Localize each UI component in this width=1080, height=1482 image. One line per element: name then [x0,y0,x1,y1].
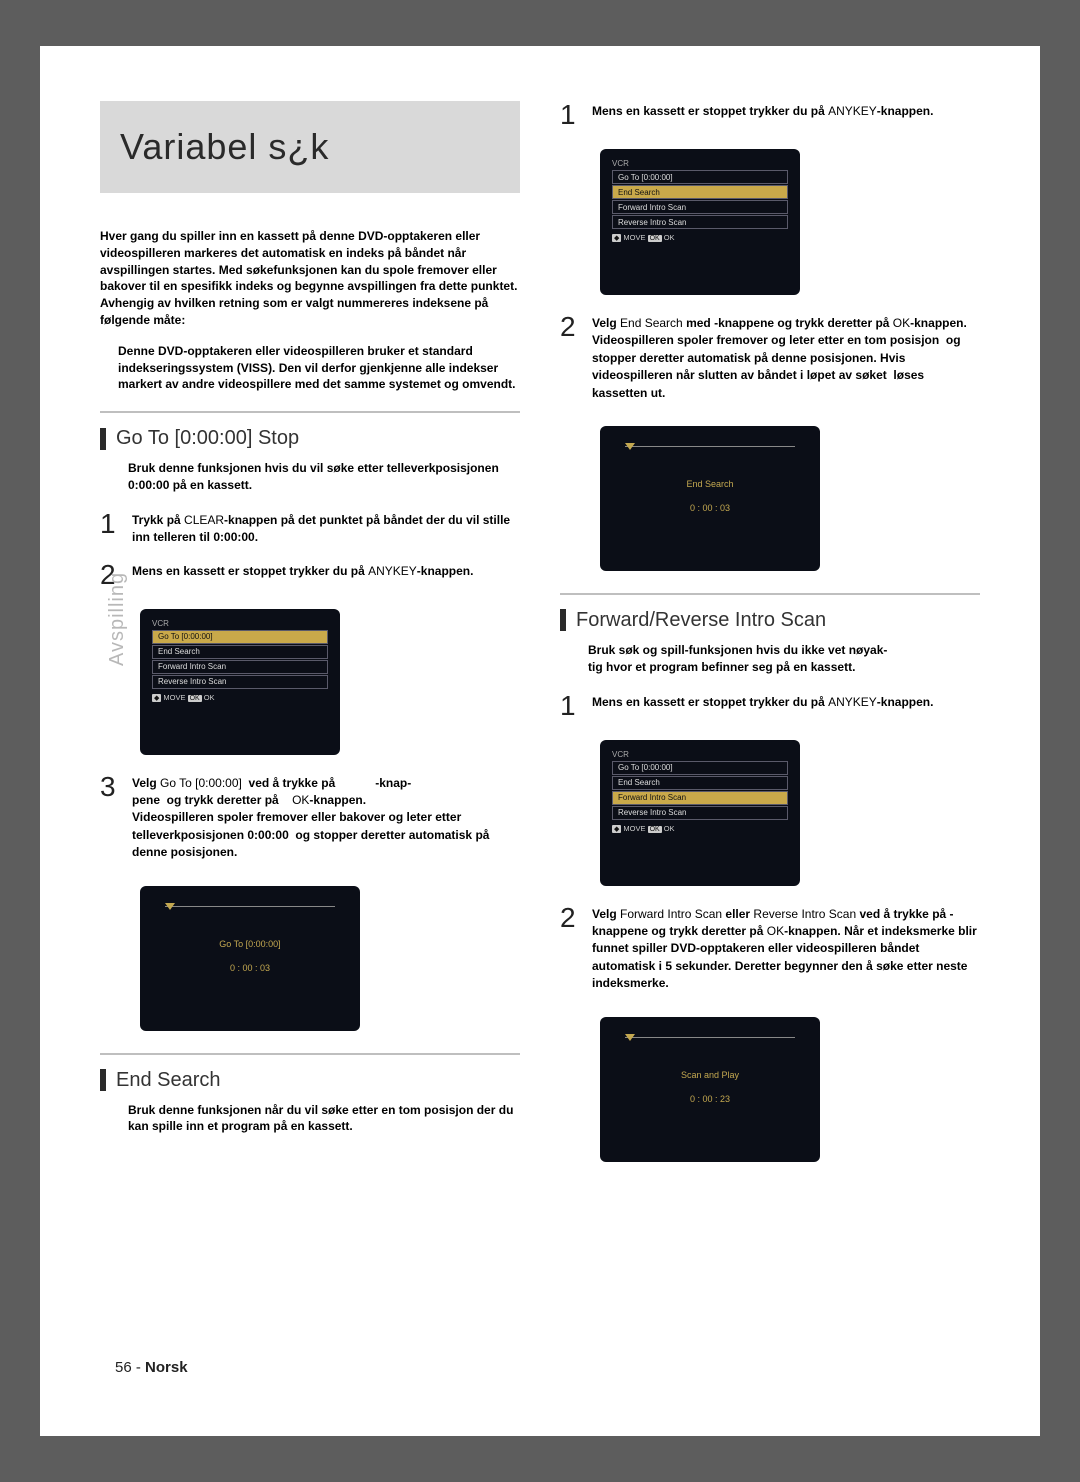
step-key: OK [292,793,309,807]
osd-row: End Search [612,185,788,199]
step-key: ANYKEY [828,695,877,709]
goto-step-3: 3 Velg Go To [0:00:00] ved å trykke på -… [100,773,520,862]
step-key: OK [767,924,784,938]
step-text: -knappen. [877,104,934,118]
osd-row: Go To [0:00:00] [612,170,788,184]
page-number: 56 - [115,1359,141,1376]
osd-row: Forward Intro Scan [152,660,328,674]
osd-footer: ◆MOVE OKOK [612,824,788,833]
section-desc-goto: Bruk denne funksjonen hvis du vil søke e… [100,460,520,494]
osd-row: Forward Intro Scan [612,200,788,214]
osd-label: VCR [612,159,788,168]
step-key: OK [893,316,910,330]
osd-play-goto: Go To [0:00:00] 0 : 00 : 03 [140,886,360,1031]
step-number: 1 [100,510,124,547]
osd-row: Go To [0:00:00] [612,761,788,775]
osd-menu-end: VCR Go To [0:00:00] End Search Forward I… [600,149,800,295]
step-number: 2 [560,904,584,993]
heading-bar-icon [100,1069,106,1091]
right-column: 1 Mens en kassett er stoppet trykker du … [560,101,980,1381]
step-key: CLEAR [184,513,224,527]
step-key: Forward Intro Scan [620,907,722,921]
step-text: Trykk på [132,513,184,527]
step-number: 1 [560,101,584,129]
intro-step-2: 2 Velg Forward Intro Scan eller Reverse … [560,904,980,993]
osd-row: Reverse Intro Scan [612,806,788,820]
left-column: Variabel s¿k Hver gang du spiller inn en… [100,101,520,1381]
osd-label: VCR [152,619,328,628]
heading-bar-icon [560,609,566,631]
step-text: Velg [592,316,620,330]
osd-play-time: 0 : 00 : 03 [690,503,730,513]
osd-footer: ◆MOVE OKOK [152,693,328,702]
goto-step-1: 1 Trykk på CLEAR-knappen på det punktet … [100,510,520,547]
step-number: 3 [100,773,124,862]
title-box: Variabel s¿k [100,101,520,193]
step-key: End Search [620,316,683,330]
heading-bar-icon [100,428,106,450]
end-step-2: 2 Velg End Search med -knappene og trykk… [560,313,980,402]
step-key: ANYKEY [828,104,877,118]
heading-label: End Search [116,1069,221,1092]
divider [100,1053,520,1055]
step-text: -knappen. [417,564,474,578]
osd-menu-goto: VCR Go To [0:00:00] End Search Forward I… [140,609,340,755]
osd-row: Forward Intro Scan [612,791,788,805]
note-text: Denne DVD-opptakeren eller videospillere… [100,343,520,393]
osd-row: End Search [152,645,328,659]
step-text: Velg [592,907,620,921]
goto-step-2: 2 Mens en kassett er stoppet trykker du … [100,561,520,589]
page-title: Variabel s¿k [120,126,500,168]
osd-play-end: End Search 0 : 00 : 03 [600,426,820,571]
intro-step-1: 1 Mens en kassett er stoppet trykker du … [560,692,980,720]
osd-label: VCR [612,750,788,759]
osd-play-label: End Search [686,479,733,489]
page-footer: 56 - Norsk [115,1359,188,1376]
step-text: Mens en kassett er stoppet trykker du på [132,564,368,578]
end-step-1: 1 Mens en kassett er stoppet trykker du … [560,101,980,129]
step-key: Reverse Intro Scan [753,907,856,921]
playhead-icon [625,1037,795,1038]
heading-label: Go To [0:00:00] Stop [116,427,299,450]
osd-play-label: Scan and Play [681,1070,739,1080]
section-heading-end: End Search [100,1069,520,1092]
step-key: Go To [0:00:00] [160,776,242,790]
divider [560,593,980,595]
osd-row: Go To [0:00:00] [152,630,328,644]
osd-play-time: 0 : 00 : 03 [230,963,270,973]
step-number: 1 [560,692,584,720]
osd-row: Reverse Intro Scan [612,215,788,229]
osd-play-time: 0 : 00 : 23 [690,1094,730,1104]
osd-row: Reverse Intro Scan [152,675,328,689]
osd-footer: ◆MOVE OKOK [612,233,788,242]
section-heading-goto: Go To [0:00:00] Stop [100,427,520,450]
section-heading-intro: Forward/Reverse Intro Scan [560,609,980,632]
side-tab: Avspilling [106,572,129,666]
osd-menu-intro: VCR Go To [0:00:00] End Search Forward I… [600,740,800,886]
divider [100,411,520,413]
osd-play-label: Go To [0:00:00] [219,939,280,949]
step-text: -knappen. [877,695,934,709]
step-text: Velg [132,776,160,790]
intro-text: Hver gang du spiller inn en kassett på d… [100,228,520,329]
step-text: med -knappene og trykk deretter på [683,316,893,330]
playhead-icon [625,446,795,447]
osd-play-scan: Scan and Play 0 : 00 : 23 [600,1017,820,1162]
heading-label: Forward/Reverse Intro Scan [576,609,826,632]
step-text: Mens en kassett er stoppet trykker du på [592,104,828,118]
step-text: eller [722,907,753,921]
step-key: ANYKEY [368,564,417,578]
step-number: 2 [560,313,584,402]
page-language: Norsk [145,1359,188,1376]
step-text: Mens en kassett er stoppet trykker du på [592,695,828,709]
section-desc-end: Bruk denne funksjonen når du vil søke et… [100,1102,520,1136]
playhead-icon [165,906,335,907]
section-desc-intro: Bruk søk og spill-funksjonen hvis du ikk… [560,642,980,676]
osd-row: End Search [612,776,788,790]
